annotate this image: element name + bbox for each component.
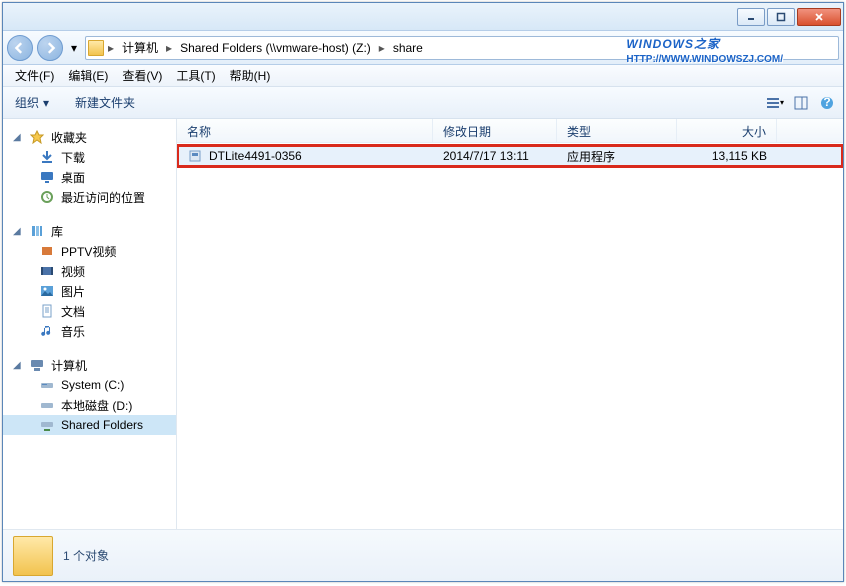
tree-item-label: 本地磁盘 (D:) [61,397,132,414]
network-drive-icon [39,417,55,433]
explorer-window: ▾ ▸ 计算机 ▸ Shared Folders (\\vmware-host)… [2,2,844,582]
breadcrumb-segment[interactable]: 计算机 [118,37,162,59]
menu-help[interactable]: 帮助(H) [224,65,277,86]
tree-item-label: System (C:) [61,378,124,392]
library-icon [29,223,45,239]
column-name[interactable]: 名称 [177,119,433,142]
command-bar: 组织▾ 新建文件夹 ▾ ? [3,87,843,119]
video-icon [39,263,55,279]
tree-item-videos[interactable]: 视频 [3,261,176,281]
menu-view[interactable]: 查看(V) [116,65,168,86]
status-text: 1 个对象 [63,547,109,564]
navigation-pane: ◢ 收藏夹 下载 桌面 最近访问的位置 ◢ 库 PPTV视频 视频 图片 文档 … [3,119,177,529]
tree-item-label: 视频 [61,263,85,280]
organize-button[interactable]: 组织▾ [9,91,55,114]
tree-item-label: 文档 [61,303,85,320]
menu-edit[interactable]: 编辑(E) [62,65,114,86]
column-modified[interactable]: 修改日期 [433,119,557,142]
chevron-right-icon: ▸ [377,41,387,55]
tree-item-pictures[interactable]: 图片 [3,281,176,301]
video-icon [39,243,55,259]
file-name: DTLite4491-0356 [209,149,302,163]
minimize-button[interactable] [737,8,765,26]
tree-item-label: Shared Folders [61,418,143,432]
history-dropdown[interactable]: ▾ [67,41,81,55]
address-bar[interactable]: ▸ 计算机 ▸ Shared Folders (\\vmware-host) (… [85,36,839,60]
desktop-icon [39,169,55,185]
file-size: 13,115 KB [677,147,777,165]
drive-icon [39,397,55,413]
chevron-right-icon: ▸ [164,41,174,55]
tree-item-label: 音乐 [61,323,85,340]
tree-item-label: 下载 [61,149,85,166]
pictures-icon [39,283,55,299]
tree-item-label: 桌面 [61,169,85,186]
disclosure-icon: ◢ [13,360,23,371]
tree-group-libraries: ◢ 库 PPTV视频 视频 图片 文档 音乐 [3,221,176,341]
titlebar [3,3,843,31]
drive-icon [39,377,55,393]
tree-group-computer: ◢ 计算机 System (C:) 本地磁盘 (D:) Shared Folde… [3,355,176,435]
tree-item-drive-d[interactable]: 本地磁盘 (D:) [3,395,176,415]
navigation-bar: ▾ ▸ 计算机 ▸ Shared Folders (\\vmware-host)… [3,31,843,65]
chevron-down-icon: ▾ [43,96,49,110]
tree-item-label: PPTV视频 [61,243,116,260]
column-type[interactable]: 类型 [557,119,677,142]
tree-item-shared-folders[interactable]: Shared Folders [3,415,176,435]
help-button[interactable]: ? [817,93,837,113]
chevron-right-icon: ▸ [106,41,116,55]
tree-label: 收藏夹 [51,129,87,146]
body: ◢ 收藏夹 下载 桌面 最近访问的位置 ◢ 库 PPTV视频 视频 图片 文档 … [3,119,843,529]
file-modified: 2014/7/17 13:11 [433,147,557,165]
chevron-down-icon: ▾ [780,98,784,107]
column-size[interactable]: 大小 [677,119,777,142]
file-row[interactable]: DTLite4491-0356 2014/7/17 13:11应用程序13,115… [177,145,843,167]
tree-header-favorites[interactable]: ◢ 收藏夹 [3,127,176,147]
tree-item-music[interactable]: 音乐 [3,321,176,341]
tree-header-libraries[interactable]: ◢ 库 [3,221,176,241]
folder-icon [88,40,104,56]
menu-tools[interactable]: 工具(T) [170,65,221,86]
menu-file[interactable]: 文件(F) [9,65,60,86]
computer-icon [29,357,45,373]
tree-label: 库 [51,223,63,240]
tree-item-documents[interactable]: 文档 [3,301,176,321]
download-icon [39,149,55,165]
close-button[interactable] [797,8,841,26]
music-icon [39,323,55,339]
content-pane: 名称 修改日期 类型 大小 DTLite4491-0356 2014/7/17 1… [177,119,843,529]
new-folder-button[interactable]: 新建文件夹 [69,91,141,114]
tree-item-label: 图片 [61,283,85,300]
tree-item-downloads[interactable]: 下载 [3,147,176,167]
back-button[interactable] [7,35,33,61]
file-list[interactable]: DTLite4491-0356 2014/7/17 13:11应用程序13,115… [177,143,843,529]
disclosure-icon: ◢ [13,132,23,143]
tree-label: 计算机 [51,357,87,374]
recent-icon [39,189,55,205]
tree-item-desktop[interactable]: 桌面 [3,167,176,187]
breadcrumb-segment[interactable]: share [389,37,427,59]
tree-item-drive-c[interactable]: System (C:) [3,375,176,395]
disclosure-icon: ◢ [13,226,23,237]
file-type: 应用程序 [557,146,677,167]
breadcrumb-segment[interactable]: Shared Folders (\\vmware-host) (Z:) [176,37,375,59]
tree-item-label: 最近访问的位置 [61,189,145,206]
view-options-button[interactable]: ▾ [765,93,785,113]
status-bar: 1 个对象 [3,529,843,581]
tree-item-recent[interactable]: 最近访问的位置 [3,187,176,207]
preview-pane-button[interactable] [791,93,811,113]
maximize-button[interactable] [767,8,795,26]
svg-text:?: ? [823,96,830,109]
tree-header-computer[interactable]: ◢ 计算机 [3,355,176,375]
tree-group-favorites: ◢ 收藏夹 下载 桌面 最近访问的位置 [3,127,176,207]
folder-icon [13,536,53,576]
menu-bar: 文件(F) 编辑(E) 查看(V) 工具(T) 帮助(H) [3,65,843,87]
forward-button[interactable] [37,35,63,61]
exe-icon [187,148,203,164]
star-icon [29,129,45,145]
documents-icon [39,303,55,319]
column-headers: 名称 修改日期 类型 大小 [177,119,843,143]
tree-item-pptv[interactable]: PPTV视频 [3,241,176,261]
